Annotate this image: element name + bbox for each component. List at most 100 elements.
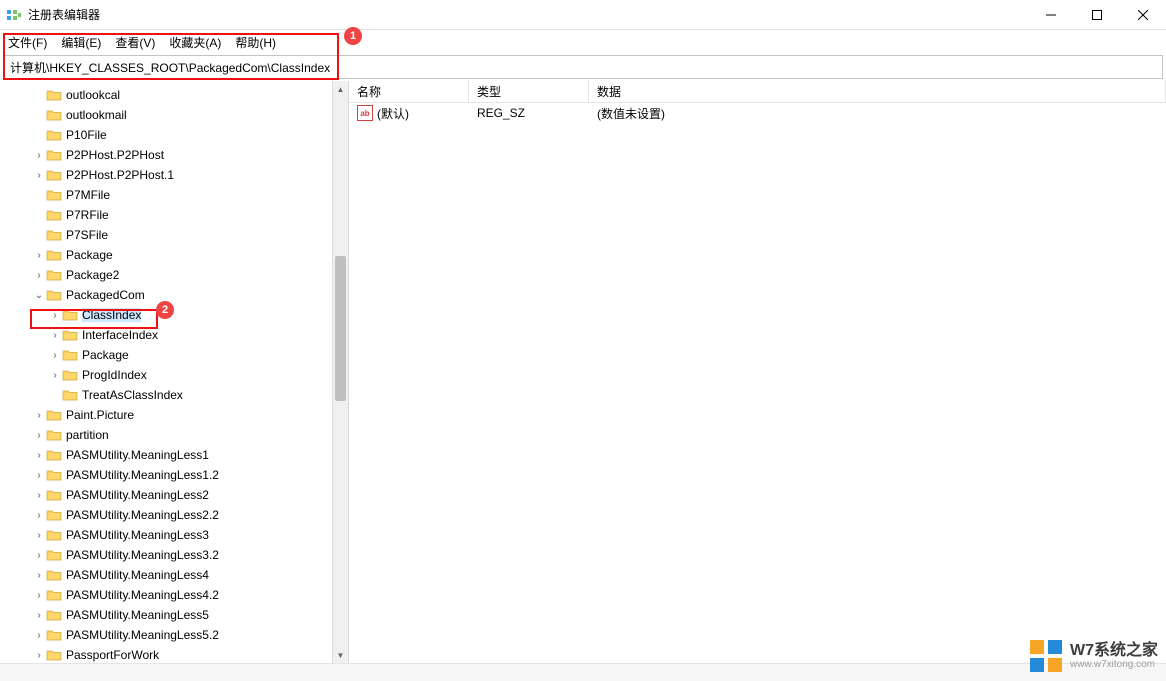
maximize-button[interactable]: [1074, 0, 1120, 30]
minimize-button[interactable]: [1028, 0, 1074, 30]
menu-help[interactable]: 帮助(H): [235, 34, 276, 51]
tree-item[interactable]: ›PASMUtility.MeaningLess3.2: [0, 545, 348, 565]
folder-icon: [46, 148, 62, 162]
folder-icon: [46, 588, 62, 602]
window-controls: [1028, 0, 1166, 30]
chevron-right-icon[interactable]: ›: [32, 150, 46, 161]
tree-item[interactable]: › P2PHost.P2PHost: [0, 145, 348, 165]
folder-icon: [62, 308, 78, 322]
chevron-right-icon[interactable]: ›: [32, 650, 46, 661]
tree-item-label: TreatAsClassIndex: [82, 388, 183, 402]
chevron-right-icon[interactable]: ›: [48, 330, 62, 341]
tree-item[interactable]: P7MFile: [0, 185, 348, 205]
scroll-thumb[interactable]: [335, 256, 346, 402]
folder-icon: [62, 348, 78, 362]
tree-item[interactable]: › PASMUtility.MeaningLess1.2: [0, 465, 348, 485]
chevron-right-icon[interactable]: ›: [32, 630, 46, 641]
tree-item[interactable]: ›Paint.Picture: [0, 405, 348, 425]
tree-item[interactable]: ›PASMUtility.MeaningLess3: [0, 525, 348, 545]
chevron-right-icon[interactable]: ›: [32, 590, 46, 601]
tree-item[interactable]: ›Package2: [0, 265, 348, 285]
value-type: REG_SZ: [469, 106, 589, 120]
tree-item-label: Package: [66, 248, 113, 262]
tree-item[interactable]: P7SFile: [0, 225, 348, 245]
tree-item[interactable]: ›partition: [0, 425, 348, 445]
tree-item-label: P2PHost.P2PHost: [66, 148, 164, 162]
tree-item[interactable]: P7RFile: [0, 205, 348, 225]
tree-item[interactable]: ›Package: [0, 345, 348, 365]
menu-edit[interactable]: 编辑(E): [61, 34, 101, 51]
menu-file[interactable]: 文件(F): [8, 34, 47, 51]
tree-item-label: PackagedCom: [66, 288, 145, 302]
tree-item[interactable]: outlookcal: [0, 85, 348, 105]
folder-icon: [46, 88, 62, 102]
tree-item[interactable]: ⌄ PackagedCom: [0, 285, 348, 305]
chevron-right-icon[interactable]: ›: [32, 250, 46, 261]
tree-item-label: ProgIdIndex: [82, 368, 147, 382]
list-row[interactable]: ab (默认) REG_SZ (数值未设置): [349, 103, 1166, 123]
tree-item[interactable]: › PASMUtility.MeaningLess4.2: [0, 585, 348, 605]
regedit-icon: [6, 7, 22, 23]
tree-item[interactable]: ›PASMUtility.MeaningLess1: [0, 445, 348, 465]
string-value-icon: ab: [357, 105, 373, 121]
tree-item-label: PASMUtility.MeaningLess4.2: [66, 588, 219, 602]
chevron-right-icon[interactable]: ›: [32, 430, 46, 441]
tree-item[interactable]: ›PASMUtility.MeaningLess2.2: [0, 505, 348, 525]
col-data[interactable]: 数据: [589, 80, 1166, 103]
tree-item[interactable]: › Package: [0, 245, 348, 265]
tree-item[interactable]: ›PASMUtility.MeaningLess4: [0, 565, 348, 585]
col-name[interactable]: 名称: [349, 80, 469, 103]
chevron-right-icon[interactable]: ›: [32, 270, 46, 281]
chevron-right-icon[interactable]: ›: [32, 490, 46, 501]
col-type[interactable]: 类型: [469, 80, 589, 103]
tree-item[interactable]: ›PassportForWork: [0, 645, 348, 663]
tree-item[interactable]: › ProgIdIndex: [0, 365, 348, 385]
tree-item[interactable]: outlookmail: [0, 105, 348, 125]
folder-icon: [46, 568, 62, 582]
tree-item[interactable]: ›InterfaceIndex: [0, 325, 348, 345]
folder-icon: [46, 408, 62, 422]
menu-favorites[interactable]: 收藏夹(A): [169, 34, 221, 51]
tree-item[interactable]: › PASMUtility.MeaningLess5.2: [0, 625, 348, 645]
scroll-up-icon[interactable]: ▲: [333, 81, 348, 97]
values-pane[interactable]: 名称 类型 数据 ab (默认) REG_SZ (数值未设置): [349, 81, 1166, 663]
menu-view[interactable]: 查看(V): [115, 34, 155, 51]
chevron-right-icon[interactable]: ›: [32, 410, 46, 421]
chevron-right-icon[interactable]: ›: [32, 450, 46, 461]
chevron-down-icon[interactable]: ⌄: [32, 290, 46, 301]
tree-item-label: PASMUtility.MeaningLess2: [66, 488, 209, 502]
chevron-right-icon[interactable]: ›: [48, 310, 62, 321]
folder-icon: [46, 428, 62, 442]
chevron-right-icon[interactable]: ›: [32, 610, 46, 621]
watermark-title: W7系统之家: [1070, 642, 1158, 660]
folder-icon: [46, 248, 62, 262]
tree-pane[interactable]: outlookcal outlookmail P10File › P2PHost.P2P…: [0, 81, 349, 663]
close-button[interactable]: [1120, 0, 1166, 30]
tree-item-label: PASMUtility.MeaningLess1.2: [66, 468, 219, 482]
chevron-right-icon[interactable]: ›: [32, 170, 46, 181]
address-bar[interactable]: 计算机\HKEY_CLASSES_ROOT\PackagedCom\ClassI…: [3, 55, 1163, 79]
chevron-right-icon[interactable]: ›: [32, 550, 46, 561]
folder-icon: [46, 488, 62, 502]
chevron-right-icon[interactable]: ›: [48, 370, 62, 381]
chevron-right-icon[interactable]: ›: [48, 350, 62, 361]
folder-icon: [46, 448, 62, 462]
tree-item[interactable]: ›PASMUtility.MeaningLess5: [0, 605, 348, 625]
tree-item[interactable]: › ClassIndex: [0, 305, 348, 325]
tree-item[interactable]: › PASMUtility.MeaningLess2: [0, 485, 348, 505]
tree-item-label: PASMUtility.MeaningLess5.2: [66, 628, 219, 642]
tree-item-label: ClassIndex: [82, 308, 141, 322]
chevron-right-icon[interactable]: ›: [32, 570, 46, 581]
tree-item[interactable]: › P2PHost.P2PHost.1: [0, 165, 348, 185]
tree-scrollbar[interactable]: ▲ ▼: [332, 81, 348, 663]
tree-item-label: outlookmail: [66, 108, 127, 122]
statusbar: [0, 663, 1166, 681]
chevron-right-icon[interactable]: ›: [32, 510, 46, 521]
tree-item-label: P2PHost.P2PHost.1: [66, 168, 174, 182]
tree-item[interactable]: P10File: [0, 125, 348, 145]
chevron-right-icon[interactable]: ›: [32, 470, 46, 481]
titlebar: 注册表编辑器: [0, 0, 1166, 30]
chevron-right-icon[interactable]: ›: [32, 530, 46, 541]
scroll-down-icon[interactable]: ▼: [333, 647, 348, 663]
tree-item[interactable]: TreatAsClassIndex: [0, 385, 348, 405]
